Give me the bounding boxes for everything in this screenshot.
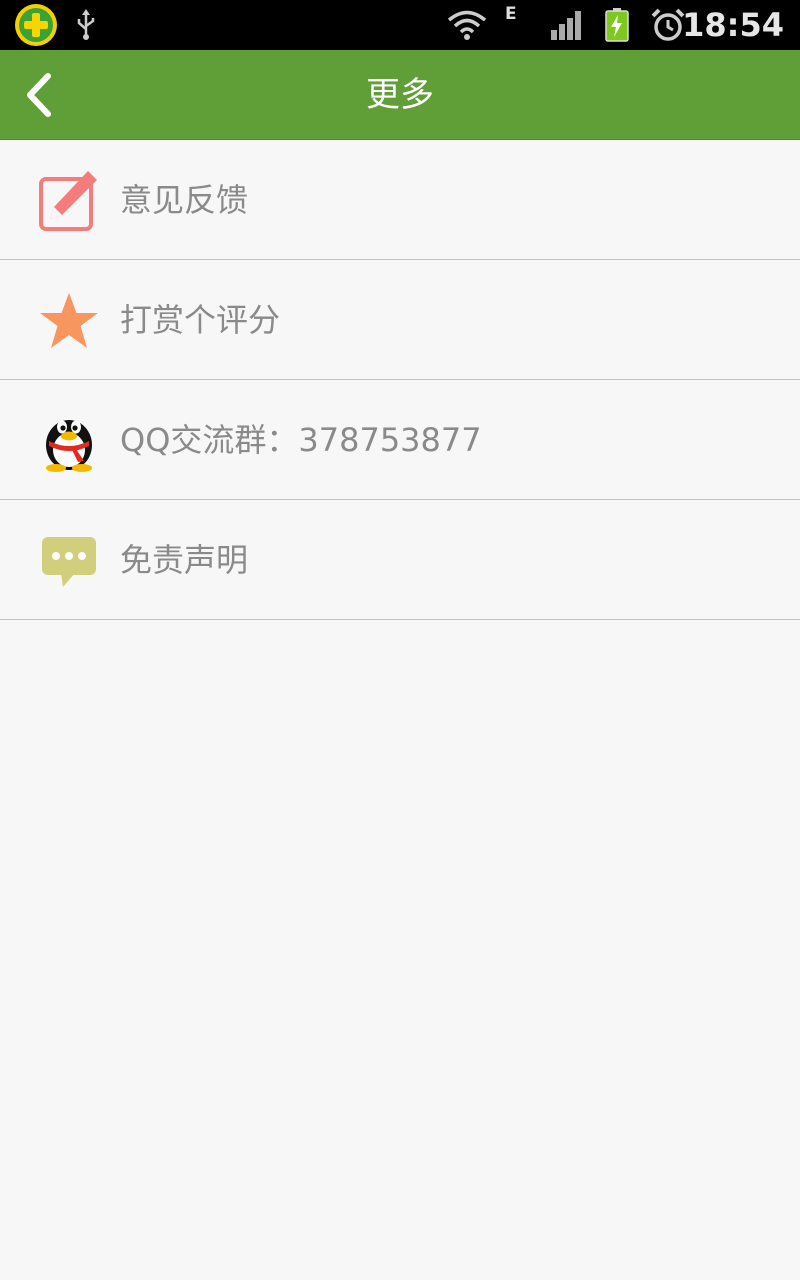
wifi-icon — [446, 0, 488, 50]
menu-item-label: QQ交流群：378753877 — [120, 421, 482, 459]
title-bar: 更多 — [0, 50, 800, 140]
chat-bubble-icon — [38, 531, 100, 591]
menu-item-rate[interactable]: 打赏个评分 — [0, 260, 800, 380]
menu-item-disclaimer[interactable]: 免责声明 — [0, 500, 800, 620]
usb-icon — [72, 0, 100, 50]
page-title: 更多 — [366, 75, 434, 115]
star-icon — [38, 291, 100, 351]
network-type-indicator: E — [505, 4, 517, 24]
menu-item-label: 免责声明 — [120, 541, 249, 579]
status-time: 18:54 — [682, 6, 784, 44]
menu-item-label: 打赏个评分 — [120, 301, 281, 339]
menu-item-qq-group[interactable]: QQ交流群：378753877 — [0, 380, 800, 500]
menu-list: 意见反馈 打赏个评分 QQ交流群：378753877 免责声明 — [0, 140, 800, 620]
edit-pencil-icon — [38, 171, 100, 231]
menu-item-feedback[interactable]: 意见反馈 — [0, 140, 800, 260]
app-360-icon — [12, 0, 60, 50]
back-button[interactable] — [14, 68, 64, 122]
status-bar: E 18:54 — [0, 0, 800, 50]
menu-item-label: 意见反馈 — [120, 181, 249, 219]
chevron-left-icon — [27, 73, 51, 117]
qq-penguin-icon — [38, 411, 100, 472]
battery-charging-icon — [602, 0, 632, 50]
signal-icon — [548, 0, 586, 50]
